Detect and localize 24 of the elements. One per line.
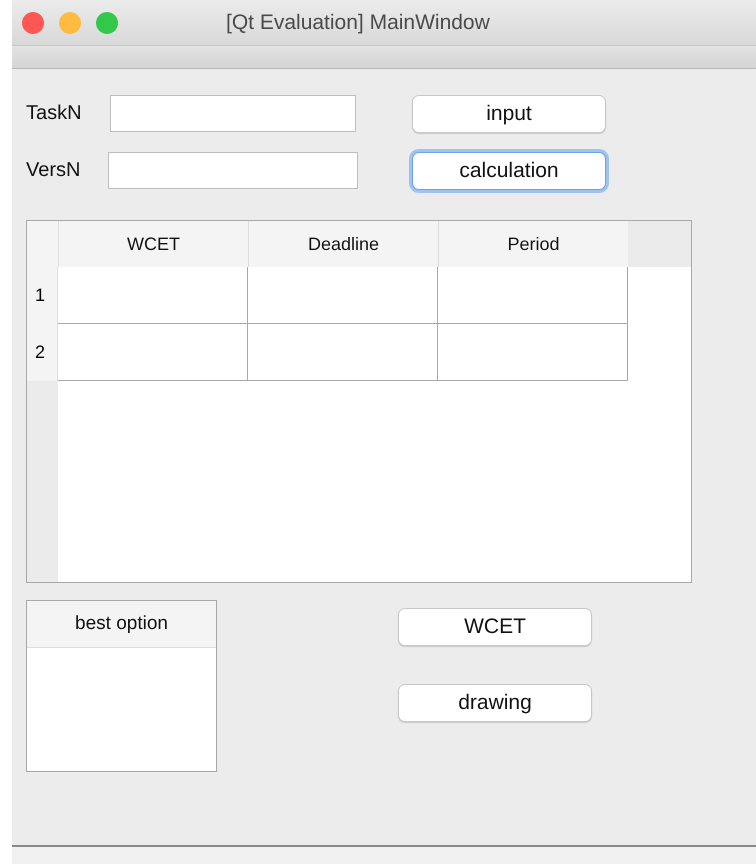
table-cell[interactable] — [58, 267, 248, 324]
column-header[interactable]: Period — [438, 221, 628, 267]
field-label: VersN — [26, 159, 82, 182]
zoom-icon[interactable] — [96, 12, 118, 34]
field-label: TaskN — [26, 102, 83, 125]
push-button[interactable]: drawing — [398, 684, 592, 722]
input-field[interactable] — [108, 152, 358, 189]
table-cell[interactable] — [58, 324, 248, 381]
column-header[interactable]: Deadline — [248, 221, 438, 267]
column-header[interactable]: best option — [27, 601, 216, 648]
push-button[interactable]: WCET — [398, 608, 592, 646]
table-cell[interactable] — [248, 267, 438, 324]
minimize-icon[interactable] — [59, 12, 81, 34]
table-cell[interactable] — [248, 324, 438, 381]
row-header[interactable]: 1 — [27, 267, 58, 324]
window-title: [Qt Evaluation] MainWindow — [226, 10, 490, 34]
table-cell[interactable] — [438, 324, 628, 381]
row-header[interactable]: 2 — [27, 324, 58, 381]
push-button[interactable]: input — [412, 95, 606, 133]
input-field[interactable] — [110, 95, 356, 132]
push-button[interactable]: calculation — [412, 152, 606, 190]
column-header[interactable]: WCET — [58, 221, 248, 267]
table-cell[interactable] — [438, 267, 628, 324]
close-icon[interactable] — [22, 12, 44, 34]
